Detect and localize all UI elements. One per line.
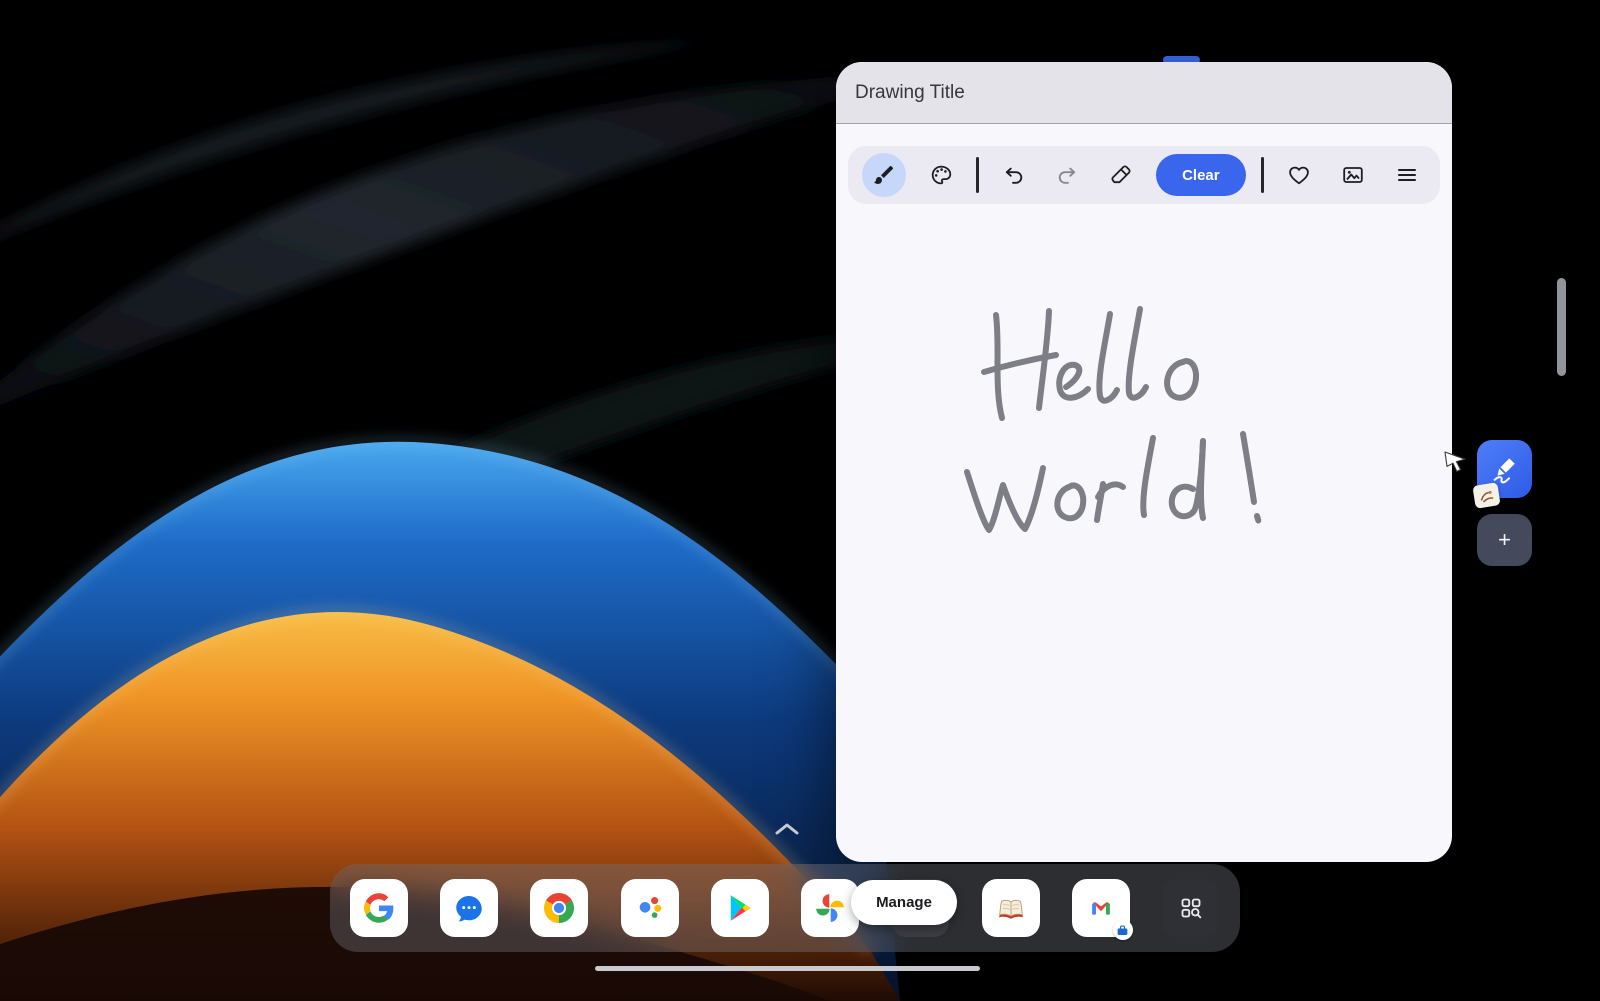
image-icon [1341, 163, 1365, 187]
app-search-icon [1174, 891, 1208, 925]
menu-icon [1395, 163, 1419, 187]
heart-icon [1287, 163, 1311, 187]
handwriting-hello-world [967, 309, 1258, 530]
dock-app-search[interactable] [1162, 879, 1220, 937]
redo-button[interactable] [1048, 156, 1086, 194]
palette-icon [929, 163, 953, 187]
dock-app-books[interactable] [982, 879, 1040, 937]
edge-scrollbar[interactable] [1557, 278, 1566, 376]
drawing-toolbar: Clear [848, 146, 1440, 204]
widget-sticker [1472, 482, 1500, 509]
undo-icon [1002, 163, 1026, 187]
scribble-note-widget[interactable] [1477, 440, 1532, 498]
gmail-icon [1084, 891, 1118, 925]
photos-icon [813, 891, 847, 925]
dock-app-play-store[interactable] [711, 879, 769, 937]
drawing-canvas[interactable] [836, 125, 1452, 862]
toolbar-divider [1261, 157, 1264, 193]
window-title: Drawing Title [855, 82, 965, 104]
eraser-button[interactable] [1102, 156, 1140, 194]
dock-app-photos[interactable] [801, 879, 859, 937]
manage-button[interactable]: Manage [851, 880, 957, 925]
undo-button[interactable] [995, 156, 1033, 194]
home-indicator[interactable] [595, 966, 980, 971]
dock-app-messages[interactable] [440, 879, 498, 937]
dock-app-google[interactable] [350, 879, 408, 937]
play-store-icon [723, 891, 757, 925]
messages-icon [452, 891, 486, 925]
work-profile-badge [1113, 920, 1133, 940]
chevron-up-icon [777, 825, 797, 833]
plus-label: + [1498, 527, 1511, 553]
brush-tool-button[interactable] [862, 153, 906, 197]
redo-icon [1055, 163, 1079, 187]
brush-icon [872, 163, 896, 187]
toolbar-divider [976, 157, 979, 193]
screen: Drawing Title [0, 0, 1600, 1001]
favorite-button[interactable] [1280, 156, 1318, 194]
taskbar-dock [330, 864, 1240, 952]
menu-button[interactable] [1388, 156, 1426, 194]
books-icon [993, 890, 1029, 926]
insert-image-button[interactable] [1334, 156, 1372, 194]
scribble-pen-icon [1487, 451, 1523, 487]
google-icon [364, 893, 394, 923]
clear-button[interactable]: Clear [1156, 154, 1246, 196]
drawing-app-window: Drawing Title [836, 62, 1452, 862]
dock-app-chrome[interactable] [530, 879, 588, 937]
chrome-icon [541, 890, 577, 926]
dock-expand-caret[interactable] [773, 822, 801, 836]
add-widget-button[interactable]: + [1477, 514, 1532, 566]
eraser-icon [1109, 163, 1133, 187]
briefcase-icon [1116, 924, 1129, 937]
assistant-icon [633, 891, 667, 925]
dock-app-gmail[interactable] [1072, 879, 1130, 937]
doodle-icon [1476, 486, 1496, 505]
window-titlebar[interactable]: Drawing Title [836, 62, 1452, 124]
palette-button[interactable] [922, 156, 960, 194]
dock-app-assistant[interactable] [621, 879, 679, 937]
